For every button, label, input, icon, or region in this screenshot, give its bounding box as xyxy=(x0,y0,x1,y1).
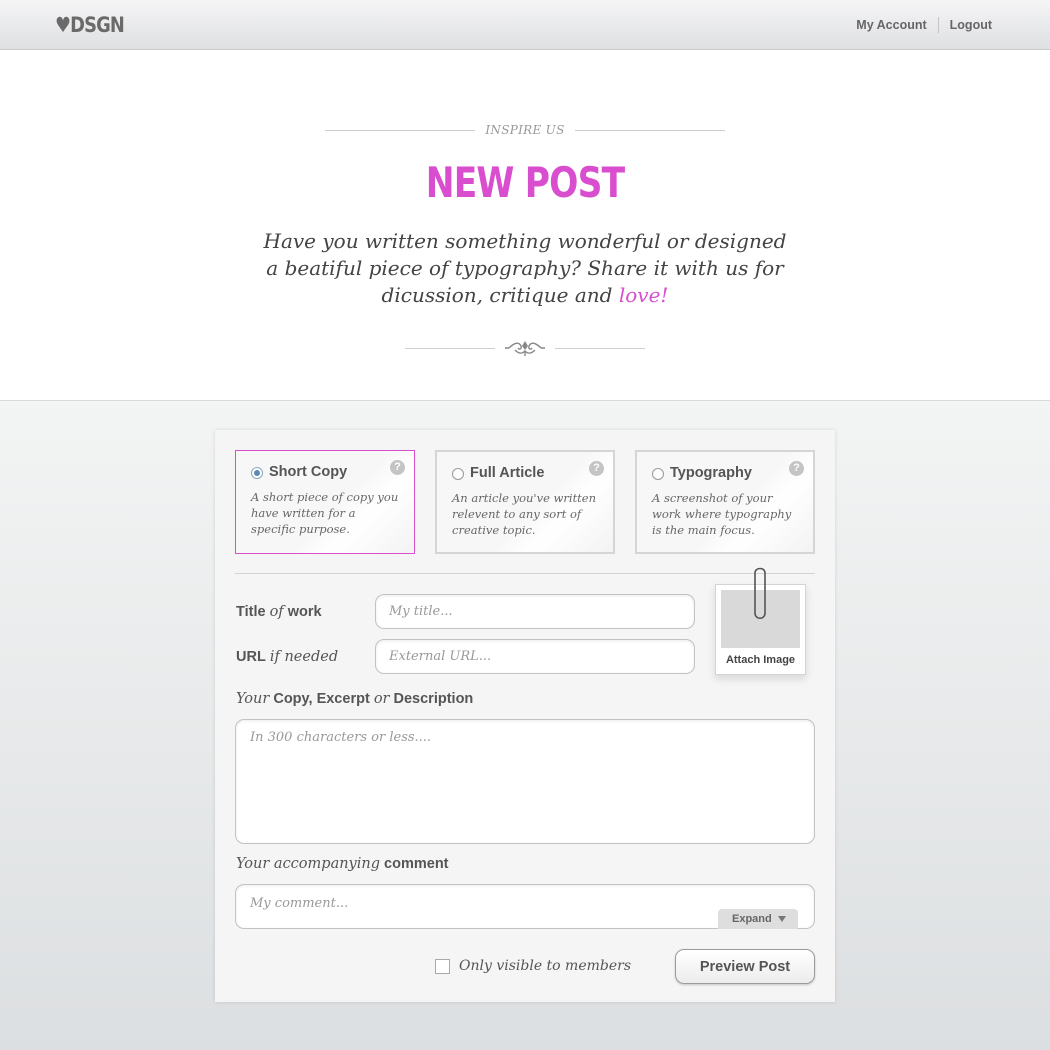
full-article-radio[interactable] xyxy=(452,468,464,480)
help-icon[interactable]: ? xyxy=(589,461,604,476)
chevron-down-icon xyxy=(778,916,786,922)
post-type-title: Typography xyxy=(670,465,752,481)
post-type-short-copy[interactable]: Short Copy ? A short piece of copy you h… xyxy=(235,450,415,554)
typography-radio[interactable] xyxy=(652,468,664,480)
comment-box: Expand xyxy=(235,884,815,929)
copy-label-strong-2: Description xyxy=(393,691,474,707)
section-divider xyxy=(235,573,815,574)
url-label: URL if needed xyxy=(236,649,338,665)
copy-label-italic: Your xyxy=(236,691,270,707)
paperclip-icon xyxy=(754,567,766,620)
nav-my-account-link[interactable]: My Account xyxy=(856,18,926,32)
members-only-checkbox[interactable] xyxy=(435,958,450,974)
comment-label-strong: comment xyxy=(384,856,449,872)
title-label-strong-2: work xyxy=(287,604,322,620)
kicker-text: INSPIRE US xyxy=(485,123,565,137)
url-label-strong: URL xyxy=(236,649,266,665)
ornament-divider xyxy=(405,338,645,358)
kicker-rule-right xyxy=(574,129,725,131)
nav-logout-link[interactable]: Logout xyxy=(950,18,992,32)
kicker-rule-left xyxy=(325,129,476,131)
copy-label-strong: Copy, Excerpt xyxy=(273,691,370,707)
nav-divider xyxy=(937,17,939,33)
divider-rule-right xyxy=(555,347,645,349)
divider-rule-left xyxy=(405,347,495,349)
kicker-row: INSPIRE US xyxy=(325,122,725,138)
site-logo[interactable]: ♥DSGN xyxy=(55,13,125,37)
members-only-label: Only visible to members xyxy=(459,958,632,974)
intro-highlight: love! xyxy=(618,283,669,307)
new-post-form: Short Copy ? A short piece of copy you h… xyxy=(215,430,835,1002)
expand-button[interactable]: Expand xyxy=(718,909,798,929)
post-type-title: Short Copy xyxy=(269,464,348,480)
url-label-italic: if needed xyxy=(269,649,339,665)
copy-textarea[interactable] xyxy=(235,719,815,844)
top-bar: ♥DSGN My Account Logout xyxy=(0,0,1050,50)
help-icon[interactable]: ? xyxy=(390,460,405,475)
short-copy-radio[interactable] xyxy=(251,467,263,479)
comment-input[interactable] xyxy=(236,885,706,921)
comment-label-italic: Your accompanying xyxy=(236,856,381,872)
copy-label-italic-2: or xyxy=(373,691,390,707)
copy-label: Your Copy, Excerpt or Description xyxy=(236,691,473,707)
attach-image-label: Attach Image xyxy=(725,654,796,666)
url-input[interactable] xyxy=(375,639,695,674)
post-type-description: A screenshot of your work where typograp… xyxy=(652,491,792,537)
title-label: Title of work xyxy=(236,604,322,620)
title-input[interactable] xyxy=(375,594,695,629)
intro-text-body: Have you written something wonderful or … xyxy=(263,229,787,307)
account-nav: My Account Logout xyxy=(856,17,992,33)
hero-section: INSPIRE US NEW POST Have you written som… xyxy=(0,50,1050,400)
title-label-italic: of xyxy=(269,604,284,620)
intro-text: Have you written something wonderful or … xyxy=(255,228,795,309)
preview-post-button[interactable]: Preview Post xyxy=(675,949,815,984)
post-type-title: Full Article xyxy=(470,465,545,481)
post-type-typography[interactable]: Typography ? A screenshot of your work w… xyxy=(635,450,815,554)
expand-label: Expand xyxy=(732,913,772,925)
page-title: NEW POST xyxy=(425,158,625,207)
post-type-description: A short piece of copy you have written f… xyxy=(251,490,399,536)
post-type-full-article[interactable]: Full Article ? An article you've written… xyxy=(435,450,615,554)
comment-label: Your accompanying comment xyxy=(236,856,449,872)
flourish-icon xyxy=(505,341,545,356)
title-label-strong: Title xyxy=(236,604,266,620)
post-type-description: An article you've written relevent to an… xyxy=(452,491,597,537)
help-icon[interactable]: ? xyxy=(789,461,804,476)
members-only-option[interactable]: Only visible to members xyxy=(435,958,631,974)
